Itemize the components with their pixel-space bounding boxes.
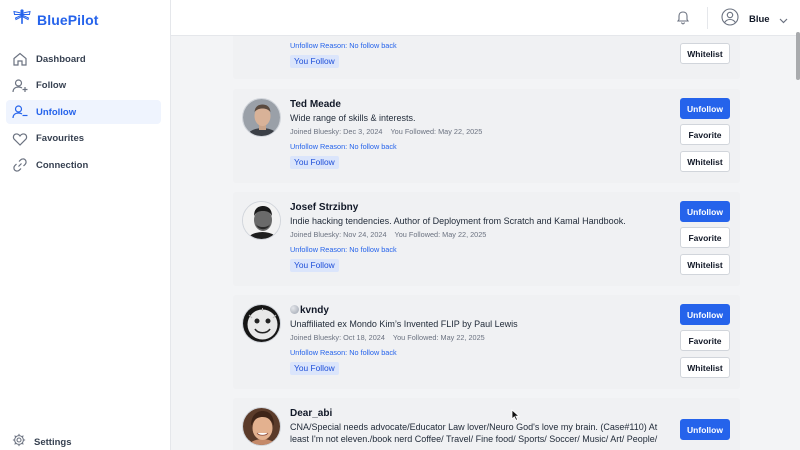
- profile-bio: Indie hacking tendencies. Author of Depl…: [290, 216, 626, 226]
- favorite-button[interactable]: Favorite: [680, 227, 730, 248]
- you-follow-badge: You Follow: [290, 156, 339, 169]
- profile-name-text: kvndy: [300, 305, 329, 316]
- you-follow-badge: You Follow: [290, 55, 339, 68]
- unfollow-button[interactable]: Unfollow: [680, 201, 730, 222]
- profile-meta: Joined Bluesky: Dec 3, 2024 You Followed:…: [290, 127, 482, 136]
- joined-date: Joined Bluesky: Nov 24, 2024: [290, 230, 387, 239]
- unfollow-reason: Unfollow Reason: No follow back: [290, 245, 397, 254]
- profile-meta: Joined Bluesky: Nov 24, 2024 You Followed…: [290, 230, 486, 239]
- avatar: [242, 407, 281, 446]
- avatar: [242, 201, 281, 240]
- user-avatar-icon: [721, 8, 739, 31]
- user-plus-icon: [12, 78, 28, 94]
- unfollow-reason: Unfollow Reason: No follow back: [290, 142, 397, 151]
- user-name: Blue: [749, 14, 770, 25]
- joined-date: Joined Bluesky: Oct 18, 2024: [290, 333, 385, 342]
- chevron-down-icon: [779, 11, 788, 29]
- mouse-cursor-icon: [511, 408, 521, 426]
- unfollow-list: Unfollow Reason: No follow back You Foll…: [171, 36, 800, 450]
- whitelist-button[interactable]: Whitelist: [680, 151, 730, 172]
- dragonfly-logo-icon: [13, 9, 31, 30]
- orb-icon: [290, 305, 299, 314]
- sidebar-item-label: Dashboard: [36, 53, 86, 65]
- you-follow-badge: You Follow: [290, 362, 339, 375]
- profile-bio: CNA/Special needs advocate/Educator Law …: [290, 422, 658, 444]
- user-menu[interactable]: Blue: [721, 8, 788, 31]
- user-minus-icon: [12, 104, 28, 120]
- profile-name[interactable]: Josef Strzibny: [290, 202, 358, 213]
- sidebar-item-label: Unfollow: [36, 106, 77, 118]
- settings-label: Settings: [34, 437, 72, 448]
- profile-card: Ted Meade Wide range of skills & interes…: [233, 89, 740, 183]
- profile-bio: Wide range of skills & interests.: [290, 113, 416, 123]
- you-follow-badge: You Follow: [290, 259, 339, 272]
- profile-name[interactable]: kvndy: [290, 305, 329, 316]
- joined-date: Joined Bluesky: Dec 3, 2024: [290, 127, 383, 136]
- whitelist-button[interactable]: Whitelist: [680, 43, 730, 64]
- profile-card: Josef Strzibny Indie hacking tendencies.…: [233, 192, 740, 286]
- avatar: [242, 304, 281, 343]
- sidebar-item-label: Connection: [36, 159, 89, 171]
- page-scrollbar[interactable]: [796, 32, 800, 80]
- top-header: Blue: [171, 0, 800, 36]
- followed-date: You Followed: May 22, 2025: [392, 333, 485, 342]
- followed-date: You Followed: May 22, 2025: [390, 127, 483, 136]
- gear-icon: [12, 433, 26, 450]
- sidebar-nav: Dashboard Follow Unfollow Favourites Con…: [6, 47, 161, 180]
- brand[interactable]: BluePilot: [13, 9, 99, 30]
- link-icon: [12, 157, 28, 173]
- unfollow-reason: Unfollow Reason: No follow back: [290, 348, 397, 357]
- sidebar: BluePilot Dashboard Follow Unfollow Favo…: [0, 0, 171, 450]
- whitelist-button[interactable]: Whitelist: [680, 254, 730, 275]
- unfollow-button[interactable]: Unfollow: [680, 304, 730, 325]
- whitelist-button[interactable]: Whitelist: [680, 357, 730, 378]
- profile-card: Unfollow Reason: No follow back You Foll…: [233, 36, 740, 79]
- unfollow-reason: Unfollow Reason: No follow back: [290, 41, 397, 50]
- profile-card: Dear_abi CNA/Special needs advocate/Educ…: [233, 398, 740, 450]
- sidebar-item-connection[interactable]: Connection: [6, 153, 161, 177]
- avatar: [242, 98, 281, 137]
- unfollow-button[interactable]: Unfollow: [680, 98, 730, 119]
- home-icon: [12, 51, 28, 67]
- profile-bio: Unaffiliated ex Mondo Kim’s Invented FLI…: [290, 319, 518, 329]
- unfollow-button[interactable]: Unfollow: [680, 419, 730, 440]
- sidebar-item-dashboard[interactable]: Dashboard: [6, 47, 161, 71]
- bell-icon[interactable]: [676, 9, 690, 30]
- sidebar-item-favourites[interactable]: Favourites: [6, 127, 161, 151]
- sidebar-item-follow[interactable]: Follow: [6, 74, 161, 98]
- favorite-button[interactable]: Favorite: [680, 124, 730, 145]
- brand-name: BluePilot: [37, 11, 99, 28]
- sidebar-item-unfollow[interactable]: Unfollow: [6, 100, 161, 124]
- profile-meta: Joined Bluesky: Oct 18, 2024 You Followed…: [290, 333, 485, 342]
- followed-date: You Followed: May 22, 2025: [394, 230, 487, 239]
- sidebar-item-label: Follow: [36, 80, 67, 91]
- header-divider: [707, 7, 708, 29]
- sidebar-item-label: Favourites: [36, 133, 85, 144]
- profile-name[interactable]: Dear_abi: [290, 408, 332, 419]
- sidebar-item-settings[interactable]: Settings: [12, 433, 71, 450]
- profile-name[interactable]: Ted Meade: [290, 99, 341, 110]
- favorite-button[interactable]: Favorite: [680, 330, 730, 351]
- profile-card: kvndy Unaffiliated ex Mondo Kim’s Invent…: [233, 295, 740, 389]
- heart-icon: [12, 131, 28, 147]
